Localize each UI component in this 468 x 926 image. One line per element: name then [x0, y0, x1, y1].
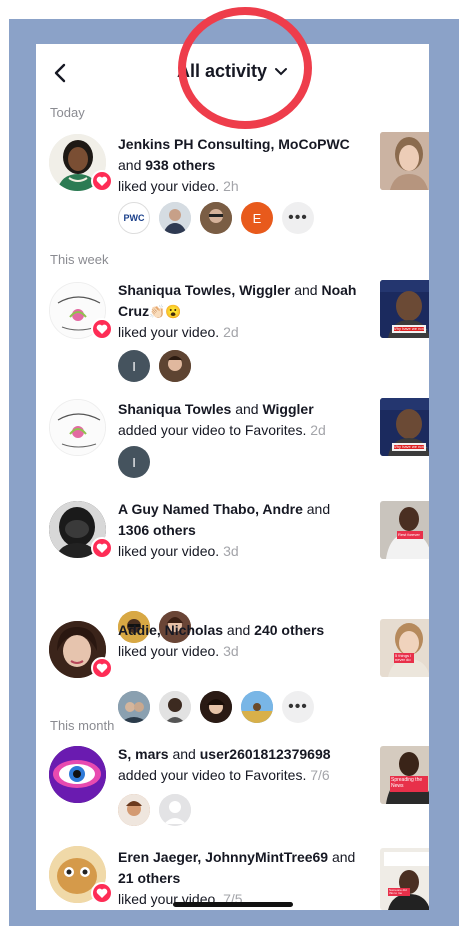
heart-icon: [91, 882, 113, 904]
thumbnail-caption: Spreading the News: [391, 777, 423, 789]
avatar[interactable]: [49, 399, 106, 456]
thumbnail-caption: Rest forever: [398, 532, 420, 537]
thumbnail-caption: Someone did this to me: [389, 888, 407, 895]
avatar[interactable]: [200, 691, 232, 723]
heart-icon: [91, 657, 113, 679]
avatar[interactable]: [159, 794, 191, 826]
chevron-down-icon: [275, 68, 288, 76]
more-likers-button[interactable]: •••: [282, 691, 314, 723]
video-thumbnail[interactable]: Spreading the News: [380, 746, 429, 804]
video-thumbnail[interactable]: Why have we not…: [380, 280, 429, 338]
page-title: All activity: [176, 61, 268, 81]
video-thumbnail[interactable]: [380, 132, 429, 190]
section-label-this-month: This month: [50, 718, 115, 733]
home-indicator: [173, 902, 293, 907]
avatar[interactable]: I: [118, 350, 150, 382]
thumbnail-caption: Why have we not…: [393, 444, 428, 449]
phone-screen: All activity Today Jenkins PH Consulting…: [36, 44, 429, 910]
heart-icon: [91, 537, 113, 559]
avatar[interactable]: [118, 794, 150, 826]
avatar[interactable]: [159, 691, 191, 723]
activity-filter-dropdown[interactable]: All activity: [36, 61, 429, 82]
heart-icon: [91, 170, 113, 192]
activity-text: S, mars and user2601812379698 added your…: [118, 746, 331, 783]
liker-avatars: •••: [118, 691, 314, 723]
avatar[interactable]: I: [118, 446, 150, 478]
activity-text: Jenkins PH Consulting, MoCoPWC and 938 o…: [118, 136, 350, 194]
video-thumbnail[interactable]: Someone did this to me: [380, 848, 429, 910]
thumbnail-caption: 5 things I never do: [395, 653, 412, 662]
avatar[interactable]: [159, 202, 191, 234]
avatar[interactable]: PWC: [118, 202, 150, 234]
liker-avatars: I: [118, 350, 191, 382]
liker-avatars: [118, 794, 191, 826]
activity-text: A Guy Named Thabo, Andre and 1306 others …: [118, 501, 331, 559]
liker-avatars: I: [118, 446, 150, 478]
header: All activity: [36, 44, 429, 102]
avatar[interactable]: [159, 350, 191, 382]
avatar[interactable]: [200, 202, 232, 234]
avatar[interactable]: [118, 691, 150, 723]
activity-text: Shaniqua Towles, Wiggler and Noah Cruz👏🏻…: [118, 282, 357, 340]
video-thumbnail[interactable]: Rest forever: [380, 501, 429, 559]
section-label-today: Today: [50, 105, 85, 120]
avatar[interactable]: [49, 746, 106, 803]
video-thumbnail[interactable]: 5 things I never do: [380, 619, 429, 677]
avatar[interactable]: [241, 691, 273, 723]
more-likers-button[interactable]: •••: [282, 202, 314, 234]
video-thumbnail[interactable]: Why have we not…: [380, 398, 429, 456]
liker-avatars: PWC E •••: [118, 202, 314, 234]
activity-text: Shaniqua Towles and Wiggler added your v…: [118, 401, 326, 438]
activity-text: Addie, Nicholas and 240 others liked you…: [118, 622, 325, 659]
activity-text: Eren Jaeger, JohnnyMintTree69 and 21 othe…: [118, 849, 356, 907]
heart-icon: [91, 318, 113, 340]
avatar[interactable]: E: [241, 202, 273, 234]
thumbnail-caption: Why have we not…: [393, 326, 428, 331]
section-label-this-week: This week: [50, 252, 109, 267]
